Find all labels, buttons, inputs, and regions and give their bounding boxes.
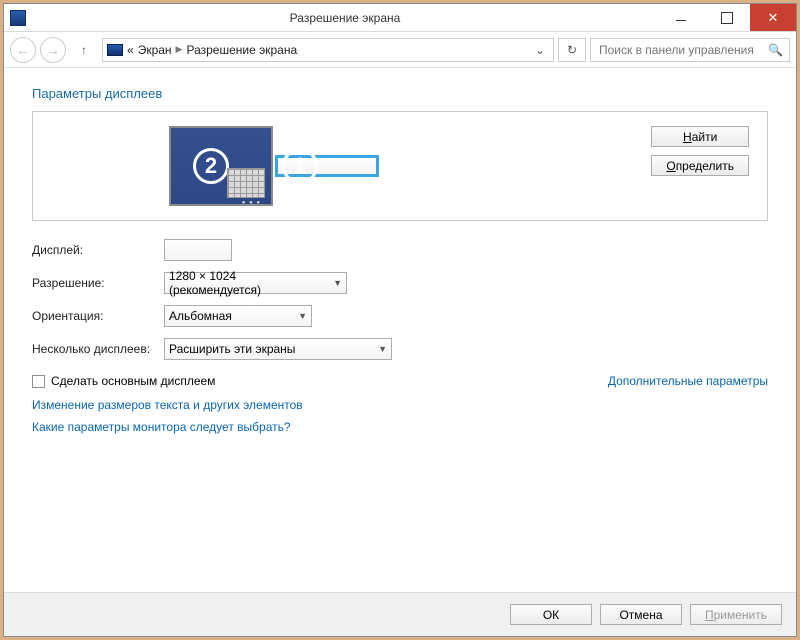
primary-checkbox-row: Сделать основным дисплеем <box>32 374 215 388</box>
help-links: Изменение размеров текста и других элеме… <box>32 398 768 434</box>
display-icon <box>107 44 123 56</box>
content-area: Параметры дисплеев 2 ● ● ● 1 Найти Опред… <box>4 68 796 592</box>
maximize-button[interactable] <box>704 4 750 31</box>
chevron-down-icon: ▼ <box>298 311 307 321</box>
monitor-2-number: 2 <box>193 148 229 184</box>
footer: ОК Отмена Применить <box>4 592 796 636</box>
orientation-label: Ориентация: <box>32 309 164 323</box>
ok-button[interactable]: ОК <box>510 604 592 625</box>
text-size-link[interactable]: Изменение размеров текста и других элеме… <box>32 398 768 412</box>
resolution-label: Разрешение: <box>32 276 164 290</box>
advanced-link[interactable]: Дополнительные параметры <box>608 374 768 388</box>
resolution-value: 1280 × 1024 (рекомендуется) <box>169 269 327 297</box>
taskbar-icon <box>227 168 265 198</box>
power-led-icon: ● ● ● <box>242 200 261 206</box>
titlebar: Разрешение экрана <box>4 4 796 32</box>
orientation-value: Альбомная <box>169 309 232 323</box>
row-display: Дисплей: <box>32 239 768 261</box>
advanced-row: Сделать основным дисплеем Дополнительные… <box>32 374 768 388</box>
find-button[interactable]: Найти <box>651 126 749 147</box>
chevron-right-icon: ▶ <box>176 44 183 55</box>
monitor-1-number: 1 <box>282 148 318 184</box>
primary-checkbox[interactable] <box>32 375 45 388</box>
breadcrumb: « Экран ▶ Разрешение экрана <box>127 43 297 57</box>
monitor-side-buttons: Найти Определить <box>651 126 749 176</box>
window-title: Разрешение экрана <box>32 11 658 25</box>
page-heading: Параметры дисплеев <box>32 86 768 101</box>
app-icon <box>10 10 26 26</box>
apply-button[interactable]: Применить <box>690 604 782 625</box>
monitor-preview-box: 2 ● ● ● 1 Найти Определить <box>32 111 768 221</box>
settings-form: Дисплей: Разрешение: 1280 × 1024 (рекоме… <box>32 239 768 360</box>
orientation-select[interactable]: Альбомная ▼ <box>164 305 312 327</box>
close-button[interactable] <box>750 4 796 31</box>
multi-select[interactable]: Расширить эти экраны ▼ <box>164 338 392 360</box>
address-buttons: ⌄ <box>531 43 549 57</box>
row-multi: Несколько дисплеев: Расширить эти экраны… <box>32 338 768 360</box>
window: Разрешение экрана ← → ↑ « Экран ▶ Разреш… <box>3 3 797 637</box>
row-orientation: Ориентация: Альбомная ▼ <box>32 305 768 327</box>
display-label: Дисплей: <box>32 243 164 257</box>
primary-checkbox-label: Сделать основным дисплеем <box>51 374 215 388</box>
window-controls <box>658 4 796 31</box>
breadcrumb-prefix: « <box>127 43 134 57</box>
identify-button[interactable]: Определить <box>651 155 749 176</box>
multi-value: Расширить эти экраны <box>169 342 295 356</box>
chevron-down-icon: ▼ <box>333 278 342 288</box>
breadcrumb-parent[interactable]: Экран <box>138 43 172 57</box>
search-icon[interactable]: 🔍 <box>768 43 783 57</box>
display-select[interactable] <box>164 239 232 261</box>
resolution-select[interactable]: 1280 × 1024 (рекомендуется) ▼ <box>164 272 347 294</box>
cancel-button[interactable]: Отмена <box>600 604 682 625</box>
row-resolution: Разрешение: 1280 × 1024 (рекомендуется) … <box>32 272 768 294</box>
monitor-previews: 2 ● ● ● 1 <box>169 126 379 206</box>
minimize-button[interactable] <box>658 4 704 31</box>
chevron-down-icon: ▼ <box>378 344 387 354</box>
multi-label: Несколько дисплеев: <box>32 342 164 356</box>
up-button[interactable]: ↑ <box>74 40 94 60</box>
monitor-1[interactable]: 1 <box>275 155 379 177</box>
back-button[interactable]: ← <box>10 37 36 63</box>
help-link[interactable]: Какие параметры монитора следует выбрать… <box>32 420 768 434</box>
monitor-2[interactable]: 2 ● ● ● <box>169 126 273 206</box>
address-dropdown[interactable]: ⌄ <box>531 43 549 57</box>
forward-button[interactable]: → <box>40 37 66 63</box>
address-bar[interactable]: « Экран ▶ Разрешение экрана ⌄ <box>102 38 554 62</box>
refresh-button[interactable]: ↻ <box>558 38 586 62</box>
search-box[interactable]: 🔍 <box>590 38 790 62</box>
search-input[interactable] <box>597 42 762 58</box>
breadcrumb-current[interactable]: Разрешение экрана <box>186 43 297 57</box>
navbar: ← → ↑ « Экран ▶ Разрешение экрана ⌄ ↻ 🔍 <box>4 32 796 68</box>
